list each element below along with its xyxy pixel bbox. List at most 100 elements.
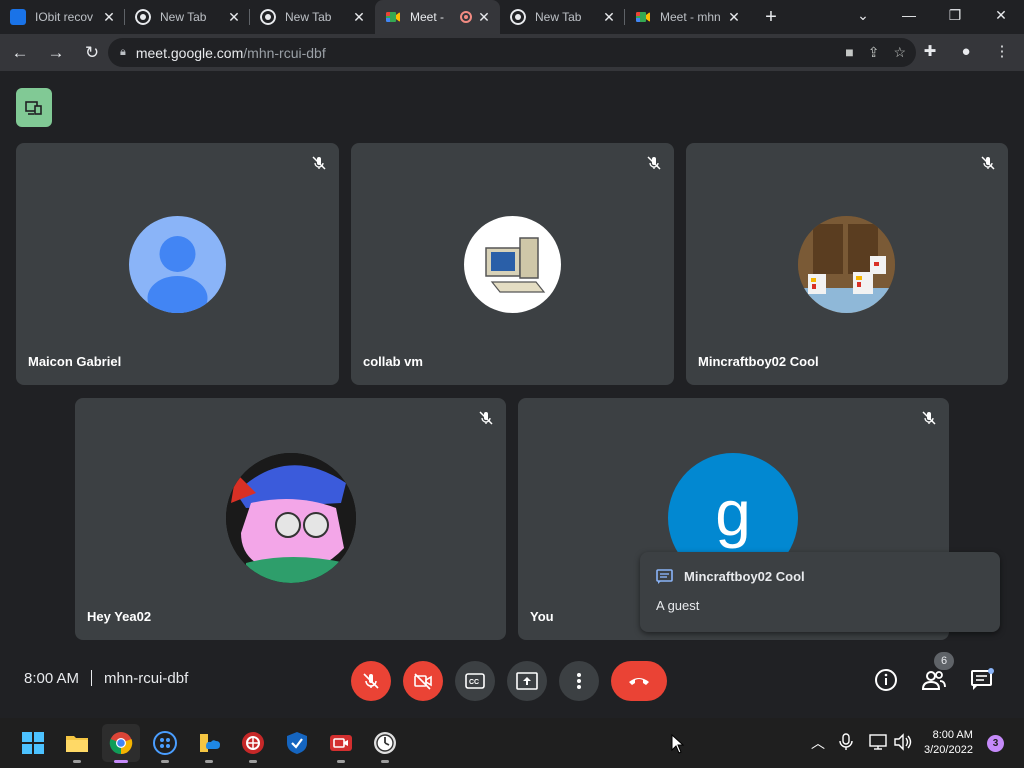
dots-app-icon [153,731,177,755]
lock-icon[interactable]: 🔒︎ [120,46,126,59]
participant-tile[interactable]: Hey Yea02 [75,398,506,640]
tab-search-icon[interactable]: ⌄ [840,0,886,34]
meeting-details: 8:00 AM mhn-rcui-dbf [24,670,188,687]
close-tab-icon[interactable]: ✕ [728,9,740,26]
start-button[interactable] [21,731,45,755]
system-date: 3/20/2022 [924,744,973,756]
camera-toggle-button[interactable] [403,661,443,701]
minecraft-chickens-avatar [798,216,895,313]
window-controls: ⌄ — ❐ ✕ [840,0,1024,34]
participant-name: collab vm [363,354,423,369]
bookmark-star-icon[interactable]: ☆ [893,44,906,61]
present-screen-button[interactable] [507,661,547,701]
browser-tab[interactable]: IObit recov ✕ [0,0,125,34]
folder-icon [66,736,88,752]
participant-name: You [530,609,554,624]
chrome-favicon-icon [135,9,151,25]
presentation-icon[interactable] [16,88,52,127]
network-icon[interactable] [868,733,888,751]
clock-app-button[interactable] [373,731,397,763]
share-icon[interactable]: ⇪ [868,44,880,61]
browser-tab-active[interactable]: Meet - ✕ [375,0,500,34]
meeting-info-button[interactable] [872,666,900,694]
participant-tile[interactable]: collab vm [351,143,674,385]
video-recorder-icon [330,735,352,751]
people-icon [921,671,946,690]
close-tab-icon[interactable]: ✕ [478,9,490,26]
browser-tab[interactable]: New Tab ✕ [250,0,375,34]
address-bar[interactable]: 🔒︎ meet.google.com/mhn-rcui-dbf ■ ⇪ ☆ [108,38,916,67]
tab-title: Meet - mhn [660,10,721,24]
present-screen-icon [516,672,538,690]
back-button[interactable]: ← [4,37,36,69]
chrome-favicon-icon [510,9,526,25]
mic-muted-icon [981,156,995,170]
meeting-code: mhn-rcui-dbf [104,670,189,687]
meet-favicon-icon [636,12,650,22]
participant-tile[interactable]: Mincraftboy02 Cool [686,143,1008,385]
captions-button[interactable]: CC [455,661,495,701]
shield-app-button[interactable] [285,731,309,755]
new-tab-button[interactable]: + [754,0,788,34]
mic-muted-icon [312,156,326,170]
minimize-button[interactable]: — [886,0,932,34]
microphone-toggle-button[interactable] [351,661,391,701]
system-clock[interactable]: 8:00 AM 3/20/2022 [924,728,973,758]
profile-icon[interactable]: ● [952,37,980,67]
captions-icon: CC [465,673,485,689]
participant-tile[interactable]: Maicon Gabriel [16,143,339,385]
forward-button[interactable]: → [40,37,72,69]
iobit-app-button[interactable] [241,731,265,763]
onedrive-folder-button[interactable] [197,731,221,763]
tab-title: Meet - [410,10,445,24]
participants-button[interactable] [920,666,948,694]
mic-muted-icon [647,156,661,170]
tab-title: New Tab [285,10,332,24]
windows-logo-icon [22,732,44,754]
reload-button[interactable]: ↻ [76,37,108,69]
tab-title: New Tab [535,10,582,24]
chrome-menu-icon[interactable]: ⋮ [988,37,1016,67]
dots-app-button[interactable] [153,731,177,763]
leave-call-button[interactable] [611,661,667,701]
show-hidden-icons-icon[interactable]: ︿ [811,733,825,753]
clock-app-icon [374,732,396,754]
volume-icon[interactable] [893,733,913,751]
mic-muted-icon [479,411,493,425]
browser-tab[interactable]: New Tab ✕ [500,0,625,34]
chat-icon [971,668,994,690]
extensions-icon[interactable]: ✚ [916,37,944,67]
microphone-tray-icon[interactable] [839,733,853,751]
default-person-avatar [129,216,226,313]
participant-count-badge: 6 [934,652,954,670]
browser-tab[interactable]: Meet - mhn ✕ [625,0,750,34]
svg-text:CC: CC [469,679,479,686]
close-tab-icon[interactable]: ✕ [228,9,240,26]
more-options-button[interactable] [559,661,599,701]
url-path: /mhn-rcui-dbf [243,44,326,61]
maximize-button[interactable]: ❐ [932,0,978,34]
avatar-letter: g [715,477,751,549]
video-recorder-button[interactable] [329,731,353,763]
tab-title: New Tab [160,10,207,24]
chat-notification[interactable]: Mincraftboy02 Cool A guest [640,552,1000,632]
shield-icon [287,732,307,754]
recording-icon [460,11,472,23]
meet-favicon-icon [386,12,400,22]
file-explorer-button[interactable] [65,731,89,763]
close-tab-icon[interactable]: ✕ [103,9,115,26]
chrome-taskbar-button[interactable] [102,724,140,763]
browser-tab-strip: IObit recov ✕ New Tab ✕ New Tab ✕ Meet -… [0,0,1024,34]
meet-control-bar: 8:00 AM mhn-rcui-dbf CC 6 [0,650,1024,710]
computer-avatar [464,216,561,313]
chat-button[interactable] [968,666,996,694]
close-tab-icon[interactable]: ✕ [353,9,365,26]
close-window-button[interactable]: ✕ [978,0,1024,34]
info-icon [875,669,897,691]
close-tab-icon[interactable]: ✕ [603,9,615,26]
camera-in-use-icon[interactable]: ■ [845,44,853,61]
browser-tab[interactable]: New Tab ✕ [125,0,250,34]
notification-badge[interactable]: 3 [987,735,1004,752]
screen: IObit recov ✕ New Tab ✕ New Tab ✕ Meet -… [0,0,1024,768]
participant-name: Hey Yea02 [87,609,152,624]
